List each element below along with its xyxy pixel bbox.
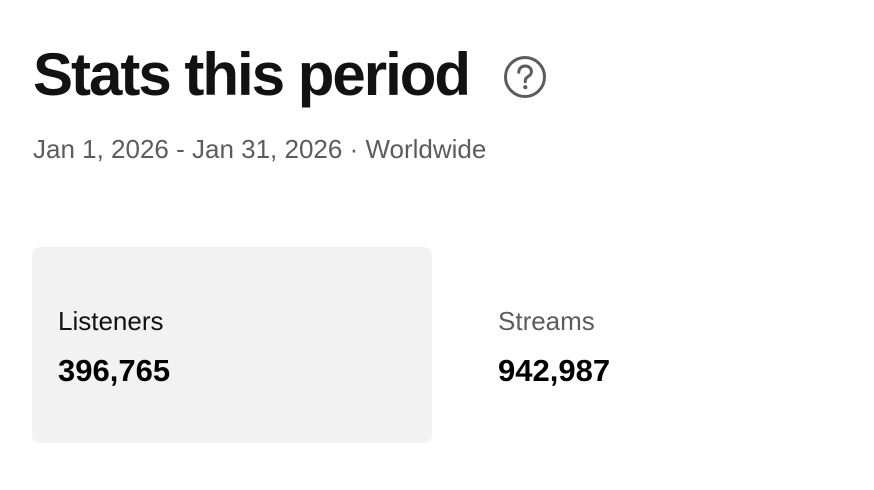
page-header: Stats this period [33, 40, 547, 110]
streams-value: 942,987 [498, 353, 611, 388]
date-range-region: Jan 1, 2026 - Jan 31, 2026 · Worldwide [33, 134, 487, 164]
streams-label: Streams [498, 306, 595, 336]
page-title: Stats this period [33, 41, 471, 108]
listeners-value: 396,765 [58, 353, 171, 388]
listeners-stat-card[interactable]: Listeners 396,765 [32, 247, 432, 443]
help-icon[interactable] [503, 55, 547, 99]
streams-stat-card[interactable]: Streams 942,987 [472, 247, 872, 443]
listeners-label: Listeners [58, 306, 164, 336]
stats-tabs: Listeners 396,765 Streams 942,987 [32, 247, 872, 443]
